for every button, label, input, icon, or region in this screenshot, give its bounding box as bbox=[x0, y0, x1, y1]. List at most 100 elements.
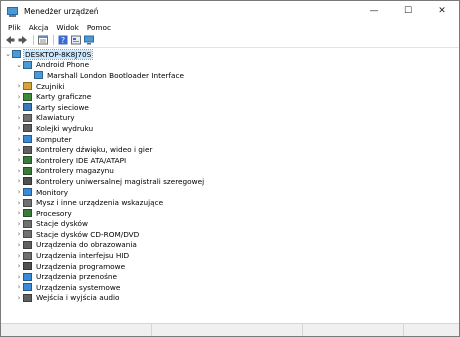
monitor-icon bbox=[23, 188, 32, 197]
device-view-button[interactable] bbox=[70, 35, 81, 46]
collapsed-chevron-icon[interactable]: › bbox=[15, 123, 23, 133]
tree-category[interactable]: › Procesory bbox=[1, 208, 459, 219]
tree-category[interactable]: › Klawiatury bbox=[1, 113, 459, 124]
title-bar: Menedżer urządzeń — ☐ ✕ bbox=[1, 1, 459, 21]
properties-icon bbox=[37, 35, 48, 45]
portable-device-icon bbox=[23, 272, 32, 281]
device-view-icon bbox=[70, 35, 81, 45]
collapsed-chevron-icon[interactable]: › bbox=[15, 261, 23, 271]
collapsed-chevron-icon[interactable]: › bbox=[15, 145, 23, 155]
collapsed-chevron-icon[interactable]: › bbox=[15, 272, 23, 282]
tree-category[interactable]: › Kolejki wydruku bbox=[1, 123, 459, 134]
collapsed-chevron-icon[interactable]: › bbox=[15, 251, 23, 261]
expanded-chevron-icon[interactable]: ⌄ bbox=[4, 49, 12, 59]
tree-category[interactable]: › Monitory bbox=[1, 187, 459, 198]
close-button[interactable]: ✕ bbox=[425, 1, 459, 21]
tree-item-label: Procesory bbox=[36, 208, 72, 218]
close-icon: ✕ bbox=[438, 6, 446, 16]
computer-icon bbox=[12, 50, 21, 59]
collapsed-chevron-icon[interactable]: › bbox=[15, 113, 23, 123]
tree-item-label: Kolejki wydruku bbox=[36, 123, 94, 133]
tree-category[interactable]: › Stacje dysków bbox=[1, 219, 459, 230]
tree-item-label: Mysz i inne urządzenia wskazujące bbox=[36, 198, 164, 208]
tree-category[interactable]: › Urządzenia programowe bbox=[1, 261, 459, 272]
toolbar-separator bbox=[33, 35, 34, 45]
dvd-drive-icon bbox=[23, 230, 32, 239]
tree-category[interactable]: › Karty sieciowe bbox=[1, 102, 459, 113]
menu-action[interactable]: Akcja bbox=[25, 23, 53, 32]
collapsed-chevron-icon[interactable]: › bbox=[15, 102, 23, 112]
tree-item-label: Klawiatury bbox=[36, 113, 75, 123]
menu-view[interactable]: Widok bbox=[52, 23, 82, 32]
tree-category[interactable]: › Stacje dysków CD-ROM/DVD bbox=[1, 229, 459, 240]
collapsed-chevron-icon[interactable]: › bbox=[15, 176, 23, 186]
tree-item-label: Urządzenia interfejsu HID bbox=[36, 251, 130, 261]
tree-category[interactable]: › Urządzenia interfejsu HID bbox=[1, 250, 459, 261]
device-tree[interactable]: ⌄ DESKTOP-8K8J70S ⌄ Android Phone Marshall L… bbox=[1, 49, 459, 321]
tree-category[interactable]: › Urządzenia systemowe bbox=[1, 282, 459, 293]
tree-category[interactable]: › Wejścia i wyjścia audio bbox=[1, 293, 459, 304]
collapsed-chevron-icon[interactable]: › bbox=[15, 240, 23, 250]
tree-item-label: Karty sieciowe bbox=[36, 102, 89, 112]
menu-file[interactable]: Plik bbox=[4, 23, 25, 32]
storage-controller-icon bbox=[23, 166, 32, 175]
collapsed-chevron-icon[interactable]: › bbox=[15, 81, 23, 91]
ide-controller-icon bbox=[23, 156, 32, 165]
usb-icon bbox=[23, 177, 32, 186]
computer-icon bbox=[23, 135, 32, 144]
tree-device[interactable]: Marshall London Bootloader Interface bbox=[1, 70, 459, 81]
tree-item-label: Urządzenia przenośne bbox=[36, 272, 117, 282]
tree-category[interactable]: › Karty graficzne bbox=[1, 91, 459, 102]
tree-category[interactable]: › Kontrolery uniwersalnej magistrali szer… bbox=[1, 176, 459, 187]
collapsed-chevron-icon[interactable]: › bbox=[15, 208, 23, 218]
sound-icon bbox=[23, 145, 32, 154]
maximize-button[interactable]: ☐ bbox=[391, 1, 425, 21]
toolbar-separator bbox=[53, 35, 54, 45]
tree-category[interactable]: › Kontrolery magazynu bbox=[1, 166, 459, 177]
device-manager-icon bbox=[7, 6, 18, 17]
tree-item-label: Kontrolery magazynu bbox=[36, 166, 114, 176]
menu-help[interactable]: Pomoc bbox=[83, 23, 115, 32]
help-button[interactable]: ? bbox=[57, 35, 68, 46]
collapsed-chevron-icon[interactable]: › bbox=[15, 187, 23, 197]
tree-category[interactable]: › Mysz i inne urządzenia wskazujące bbox=[1, 197, 459, 208]
processor-icon bbox=[23, 209, 32, 218]
android-phone-icon bbox=[23, 60, 32, 69]
software-device-icon bbox=[23, 262, 32, 271]
tree-category[interactable]: › Komputer bbox=[1, 134, 459, 145]
collapsed-chevron-icon[interactable]: › bbox=[15, 92, 23, 102]
collapsed-chevron-icon[interactable]: › bbox=[15, 134, 23, 144]
expanded-chevron-icon[interactable]: ⌄ bbox=[15, 60, 23, 70]
tree-category[interactable]: › Urządzenia do obrazowania bbox=[1, 240, 459, 251]
tree-item-label: Monitory bbox=[36, 187, 69, 197]
tree-category[interactable]: › Urządzenia przenośne bbox=[1, 271, 459, 282]
collapsed-chevron-icon[interactable]: › bbox=[15, 293, 23, 303]
collapsed-chevron-icon[interactable]: › bbox=[15, 198, 23, 208]
tree-item-label: Android Phone bbox=[36, 60, 90, 70]
android-device-icon bbox=[34, 71, 43, 80]
collapsed-chevron-icon[interactable]: › bbox=[15, 219, 23, 229]
forward-arrow-icon bbox=[18, 36, 27, 44]
back-button[interactable] bbox=[4, 35, 15, 46]
back-arrow-icon bbox=[5, 36, 14, 44]
tree-category[interactable]: › Czujniki bbox=[1, 81, 459, 92]
monitor-button[interactable] bbox=[83, 35, 94, 46]
collapsed-chevron-icon[interactable]: › bbox=[15, 229, 23, 239]
tree-item-label: Kontrolery uniwersalnej magistrali szere… bbox=[36, 176, 205, 186]
tree-item-label: Kontrolery IDE ATA/ATAPI bbox=[36, 155, 127, 165]
minimize-button[interactable]: — bbox=[357, 1, 391, 21]
tree-root[interactable]: ⌄ DESKTOP-8K8J70S bbox=[1, 49, 459, 60]
collapsed-chevron-icon[interactable]: › bbox=[15, 155, 23, 165]
menu-bar: Plik Akcja Widok Pomoc bbox=[1, 21, 459, 33]
collapsed-chevron-icon[interactable]: › bbox=[15, 166, 23, 176]
forward-button[interactable] bbox=[17, 35, 28, 46]
tree-category[interactable]: ⌄ Android Phone bbox=[1, 60, 459, 71]
tree-item-label: Stacje dysków CD-ROM/DVD bbox=[36, 229, 140, 239]
window-title: Menedżer urządzeń bbox=[24, 6, 99, 16]
tree-category[interactable]: › Kontrolery dźwięku, wideo i gier bbox=[1, 144, 459, 155]
tree-category[interactable]: › Kontrolery IDE ATA/ATAPI bbox=[1, 155, 459, 166]
mouse-icon bbox=[23, 198, 32, 207]
properties-button[interactable] bbox=[37, 35, 48, 46]
collapsed-chevron-icon[interactable]: › bbox=[15, 282, 23, 292]
